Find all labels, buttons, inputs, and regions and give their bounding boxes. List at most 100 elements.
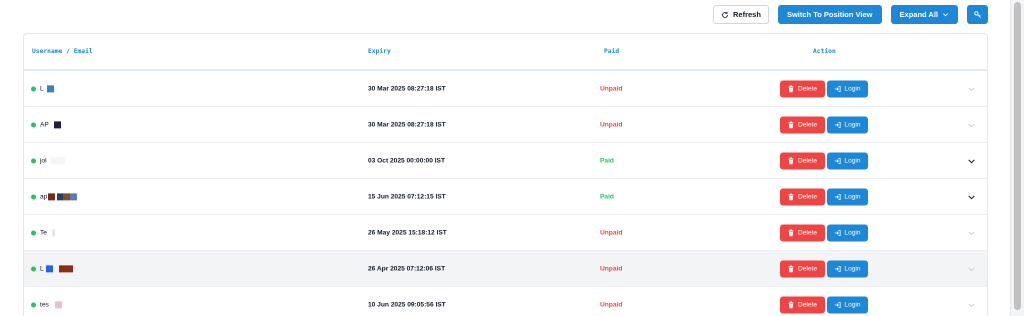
options-button[interactable] [967, 5, 988, 24]
redacted-block [46, 84, 54, 92]
login-icon [834, 229, 841, 236]
expand-all-button[interactable]: Expand All [890, 5, 958, 24]
delete-label: Delete [797, 157, 818, 164]
online-dot [31, 194, 36, 199]
delete-label: Delete [797, 121, 818, 128]
options-icon [973, 10, 982, 19]
expiry-cell: 03 Oct 2025 00:00:00 IST [368, 157, 445, 164]
login-label: Login [844, 85, 861, 92]
login-button[interactable]: Login [827, 224, 868, 241]
paid-status: Paid [600, 193, 614, 200]
redacted-block [51, 228, 55, 236]
login-label: Login [844, 229, 861, 236]
login-button[interactable]: Login [827, 116, 868, 133]
expiry-cell: 15 Jun 2025 07:12:15 IST [368, 193, 446, 200]
username-cell: AP [40, 120, 61, 129]
login-label: Login [844, 121, 861, 128]
trash-icon [788, 85, 794, 92]
login-button[interactable]: Login [827, 188, 868, 205]
delete-button[interactable]: Delete [780, 80, 825, 97]
trash-icon [788, 229, 794, 236]
login-button[interactable]: Login [827, 80, 868, 97]
expiry-cell: 10 Jun 2025 09:05:56 IST [368, 301, 446, 308]
header-paid: Paid [604, 48, 620, 55]
chevron-down-icon[interactable] [967, 192, 976, 201]
delete-label: Delete [797, 265, 818, 272]
refresh-label: Refresh [733, 10, 761, 19]
chevron-down-icon[interactable] [967, 228, 976, 237]
scrollbar-thumb[interactable] [1014, 2, 1021, 310]
username-text: L [40, 85, 44, 93]
delete-label: Delete [797, 85, 818, 92]
table-row: L 26 Apr 2025 07:12:06 IST Unpaid Delete… [24, 251, 987, 287]
chevron-down-icon [942, 11, 949, 18]
username-text: tes [40, 301, 49, 309]
redacted-block [50, 156, 65, 164]
username-cell: Te [40, 228, 55, 237]
online-dot [31, 122, 36, 127]
delete-button[interactable]: Delete [780, 152, 825, 169]
login-icon [834, 193, 841, 200]
username-text: ap [40, 193, 48, 201]
refresh-button[interactable]: Refresh [713, 5, 769, 24]
trash-icon [788, 193, 794, 200]
login-button[interactable]: Login [827, 152, 868, 169]
chevron-down-icon[interactable] [967, 120, 976, 129]
online-dot [31, 302, 36, 307]
username-text: AP [40, 121, 49, 129]
delete-button[interactable]: Delete [780, 260, 825, 277]
username-text: Te [40, 229, 47, 237]
paid-status: Unpaid [600, 229, 623, 236]
chevron-down-icon[interactable] [967, 264, 976, 273]
delete-button[interactable]: Delete [780, 296, 825, 313]
vertical-scrollbar[interactable] [1010, 0, 1024, 316]
expiry-cell: 30 Mar 2025 08:27:18 IST [368, 121, 446, 128]
switch-to-position-view-button[interactable]: Switch To Position View [777, 5, 882, 24]
trash-icon [788, 301, 794, 308]
delete-button[interactable]: Delete [780, 188, 825, 205]
trash-icon [788, 265, 794, 272]
chevron-down-icon[interactable] [967, 156, 976, 165]
table-row: Te 26 May 2025 15:18:12 IST Unpaid Delet… [24, 215, 987, 251]
username-cell: L [40, 264, 73, 273]
users-table: Username / Email Expiry Paid Action L 30… [23, 33, 988, 316]
username-cell: ap [40, 192, 78, 201]
online-dot [31, 158, 36, 163]
delete-button[interactable]: Delete [780, 116, 825, 133]
chevron-down-icon[interactable] [967, 300, 976, 309]
delete-button[interactable]: Delete [780, 224, 825, 241]
username-cell: tes [40, 300, 62, 309]
table-row: jol 03 Oct 2025 00:00:00 IST Paid Delete… [24, 143, 987, 179]
login-icon [834, 157, 841, 164]
redacted-block [53, 120, 61, 128]
table-row: ap 15 Jun 2025 07:12:15 IST Paid Delete … [24, 179, 987, 215]
login-button[interactable]: Login [827, 296, 868, 313]
username-cell: jol [40, 156, 65, 165]
redacted-block [45, 264, 53, 272]
toolbar: Refresh Switch To Position View Expand A… [713, 5, 988, 24]
login-label: Login [844, 301, 861, 308]
username-text: jol [40, 157, 47, 165]
login-label: Login [844, 265, 861, 272]
login-button[interactable]: Login [827, 260, 868, 277]
paid-status: Paid [600, 157, 614, 164]
login-icon [834, 265, 841, 272]
paid-status: Unpaid [600, 85, 623, 92]
username-cell: L [40, 84, 54, 93]
delete-label: Delete [797, 301, 818, 308]
header-username: Username / Email [32, 48, 93, 55]
login-label: Login [844, 193, 861, 200]
online-dot [31, 86, 36, 91]
delete-label: Delete [797, 229, 818, 236]
redacted-block [63, 192, 71, 200]
table-row: tes 10 Jun 2025 09:05:56 IST Unpaid Dele… [24, 287, 987, 316]
table-header: Username / Email Expiry Paid Action [24, 34, 987, 71]
login-icon [834, 301, 841, 308]
redacted-block [48, 192, 56, 200]
chevron-down-icon[interactable] [967, 84, 976, 93]
login-label: Login [844, 157, 861, 164]
redacted-block [58, 264, 73, 272]
username-text: L [40, 265, 44, 273]
trash-icon [788, 121, 794, 128]
paid-status: Unpaid [600, 265, 623, 272]
